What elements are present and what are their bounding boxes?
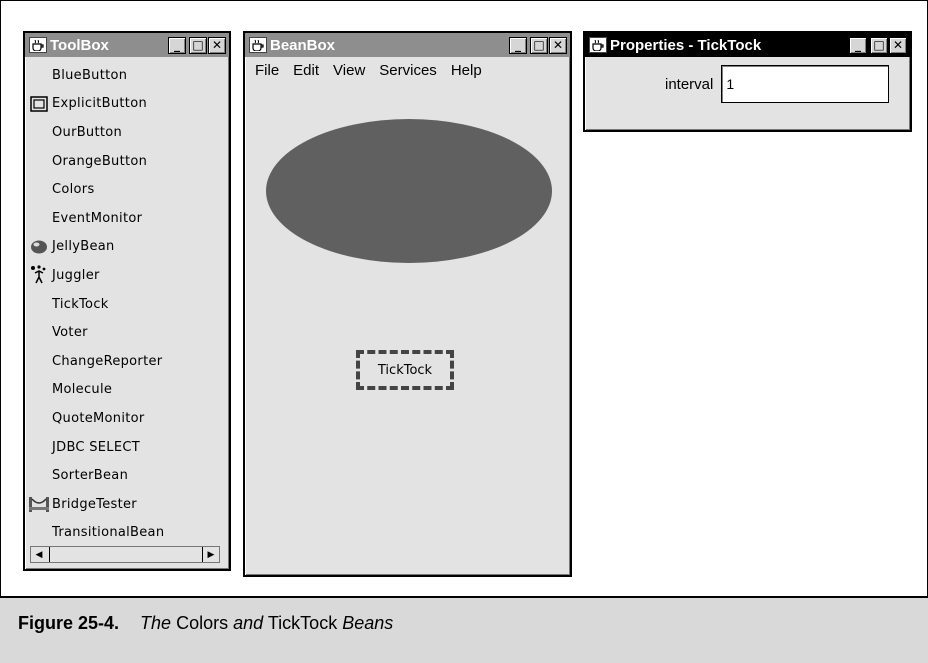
interval-property-row: interval bbox=[585, 57, 910, 103]
maximize-button[interactable]: □ bbox=[530, 36, 548, 54]
toolbox-item-label: EventMonitor bbox=[52, 210, 143, 226]
close-button[interactable]: ✕ bbox=[208, 36, 226, 54]
toolbox-item-label: JDBC SELECT bbox=[52, 439, 140, 455]
figure-caption: Figure 25-4. The Colors and TickTock Bea… bbox=[0, 596, 928, 663]
close-button[interactable]: ✕ bbox=[889, 36, 907, 54]
toolbox-item-label: SorterBean bbox=[52, 468, 129, 484]
toolbox-horizontal-scrollbar[interactable]: ◀ ▶ bbox=[30, 546, 220, 563]
toolbox-item-quotemonitor[interactable]: QuoteMonitor bbox=[25, 404, 229, 433]
minimize-button[interactable]: _ bbox=[509, 36, 527, 54]
empty-icon-slot bbox=[28, 121, 50, 143]
toolbox-titlebar[interactable]: ToolBox _ □ ✕ bbox=[25, 33, 229, 57]
toolbox-item-label: OurButton bbox=[52, 124, 123, 140]
explicit-button-icon bbox=[28, 93, 50, 115]
properties-titlebar[interactable]: Properties - TickTock _ □ ✕ bbox=[585, 33, 910, 57]
toolbox-item-sorterbean[interactable]: SorterBean bbox=[25, 461, 229, 490]
maximize-button[interactable]: □ bbox=[870, 36, 888, 54]
menu-services[interactable]: Services bbox=[379, 62, 437, 79]
menu-file[interactable]: File bbox=[255, 62, 279, 79]
toolbox-item-label: JellyBean bbox=[52, 239, 115, 255]
toolbox-window: ToolBox _ □ ✕ BlueButton ExplicitButton Ou… bbox=[23, 31, 231, 571]
caption-text-2: Colors bbox=[176, 613, 229, 633]
ticktock-bean[interactable]: TickTock bbox=[356, 350, 454, 390]
beanbox-titlebar[interactable]: BeanBox _ □ ✕ bbox=[245, 33, 570, 57]
toolbox-item-colors[interactable]: Colors bbox=[25, 175, 229, 204]
toolbox-item-label: Colors bbox=[52, 182, 95, 198]
empty-icon-slot bbox=[28, 64, 50, 86]
toolbox-item-label: Molecule bbox=[52, 382, 113, 398]
empty-icon-slot bbox=[28, 293, 50, 315]
toolbox-item-ourbutton[interactable]: OurButton bbox=[25, 118, 229, 147]
toolbox-item-explicitbutton[interactable]: ExplicitButton bbox=[25, 90, 229, 119]
menu-help[interactable]: Help bbox=[451, 62, 482, 79]
caption-text-3: and bbox=[233, 613, 264, 633]
java-cup-icon bbox=[29, 37, 47, 53]
toolbox-title: ToolBox bbox=[50, 36, 109, 54]
jellybean-icon bbox=[28, 236, 50, 258]
interval-label: interval bbox=[665, 75, 714, 93]
beanbox-title: BeanBox bbox=[270, 36, 336, 54]
toolbox-item-transitionalbean[interactable]: TransitionalBean bbox=[25, 519, 229, 548]
toolbox-item-voter[interactable]: Voter bbox=[25, 318, 229, 347]
toolbox-item-label: OrangeButton bbox=[52, 153, 148, 169]
caption-text-5: Beans bbox=[342, 613, 394, 633]
toolbox-item-jellybean[interactable]: JellyBean bbox=[25, 233, 229, 262]
toolbox-item-label: TransitionalBean bbox=[52, 525, 165, 541]
interval-field[interactable] bbox=[721, 65, 890, 103]
minimize-button[interactable]: _ bbox=[168, 36, 186, 54]
bridge-icon bbox=[28, 493, 50, 515]
toolbox-item-changereporter[interactable]: ChangeReporter bbox=[25, 347, 229, 376]
empty-icon-slot bbox=[28, 465, 50, 487]
empty-icon-slot bbox=[28, 207, 50, 229]
toolbox-item-jdbc-select[interactable]: JDBC SELECT bbox=[25, 433, 229, 462]
toolbox-item-label: BlueButton bbox=[52, 67, 128, 83]
properties-title: Properties - TickTock bbox=[610, 36, 762, 54]
empty-icon-slot bbox=[28, 322, 50, 344]
toolbox-list: BlueButton ExplicitButton OurButton OrangeB… bbox=[25, 57, 229, 547]
figure-number: Figure 25-4. bbox=[18, 613, 120, 633]
caption-text-1: The bbox=[140, 613, 172, 633]
empty-icon-slot bbox=[28, 150, 50, 172]
toolbox-item-molecule[interactable]: Molecule bbox=[25, 376, 229, 405]
scroll-thumb[interactable] bbox=[49, 547, 56, 562]
toolbox-item-label: QuoteMonitor bbox=[52, 410, 145, 426]
toolbox-item-juggler[interactable]: Juggler bbox=[25, 261, 229, 290]
toolbox-item-label: ChangeReporter bbox=[52, 353, 163, 369]
toolbox-item-bridgetester[interactable]: BridgeTester bbox=[25, 490, 229, 519]
toolbox-item-ticktock[interactable]: TickTock bbox=[25, 290, 229, 319]
ticktock-label: TickTock bbox=[377, 362, 433, 378]
beanbox-window: BeanBox _ □ ✕ File Edit View Services He… bbox=[243, 31, 572, 577]
menu-edit[interactable]: Edit bbox=[293, 62, 319, 79]
java-cup-icon bbox=[589, 37, 607, 53]
toolbox-item-label: Juggler bbox=[52, 267, 100, 283]
properties-window: Properties - TickTock _ □ ✕ interval bbox=[583, 31, 912, 132]
empty-icon-slot bbox=[28, 436, 50, 458]
scroll-right-arrow-icon[interactable]: ▶ bbox=[202, 547, 219, 562]
toolbox-item-label: BridgeTester bbox=[52, 496, 137, 512]
menu-view[interactable]: View bbox=[333, 62, 365, 79]
empty-icon-slot bbox=[28, 179, 50, 201]
toolbox-item-bluebutton[interactable]: BlueButton bbox=[25, 61, 229, 90]
scroll-left-arrow-icon[interactable]: ◀ bbox=[31, 547, 47, 562]
empty-icon-slot bbox=[28, 522, 50, 544]
toolbox-item-label: TickTock bbox=[52, 296, 109, 312]
toolbox-item-orangebutton[interactable]: OrangeButton bbox=[25, 147, 229, 176]
empty-icon-slot bbox=[28, 350, 50, 372]
scroll-track[interactable] bbox=[47, 547, 202, 562]
colors-bean-oval[interactable] bbox=[266, 119, 552, 263]
toolbox-item-label: Voter bbox=[52, 325, 88, 341]
close-button[interactable]: ✕ bbox=[549, 36, 567, 54]
toolbox-item-label: ExplicitButton bbox=[52, 96, 147, 112]
empty-icon-slot bbox=[28, 379, 50, 401]
maximize-button[interactable]: □ bbox=[189, 36, 207, 54]
juggler-icon bbox=[28, 264, 50, 286]
caption-text-4: TickTock bbox=[267, 613, 338, 633]
minimize-button[interactable]: _ bbox=[849, 36, 867, 54]
beanbox-menubar: File Edit View Services Help bbox=[245, 57, 570, 84]
java-cup-icon bbox=[249, 37, 267, 53]
toolbox-item-eventmonitor[interactable]: EventMonitor bbox=[25, 204, 229, 233]
empty-icon-slot bbox=[28, 407, 50, 429]
